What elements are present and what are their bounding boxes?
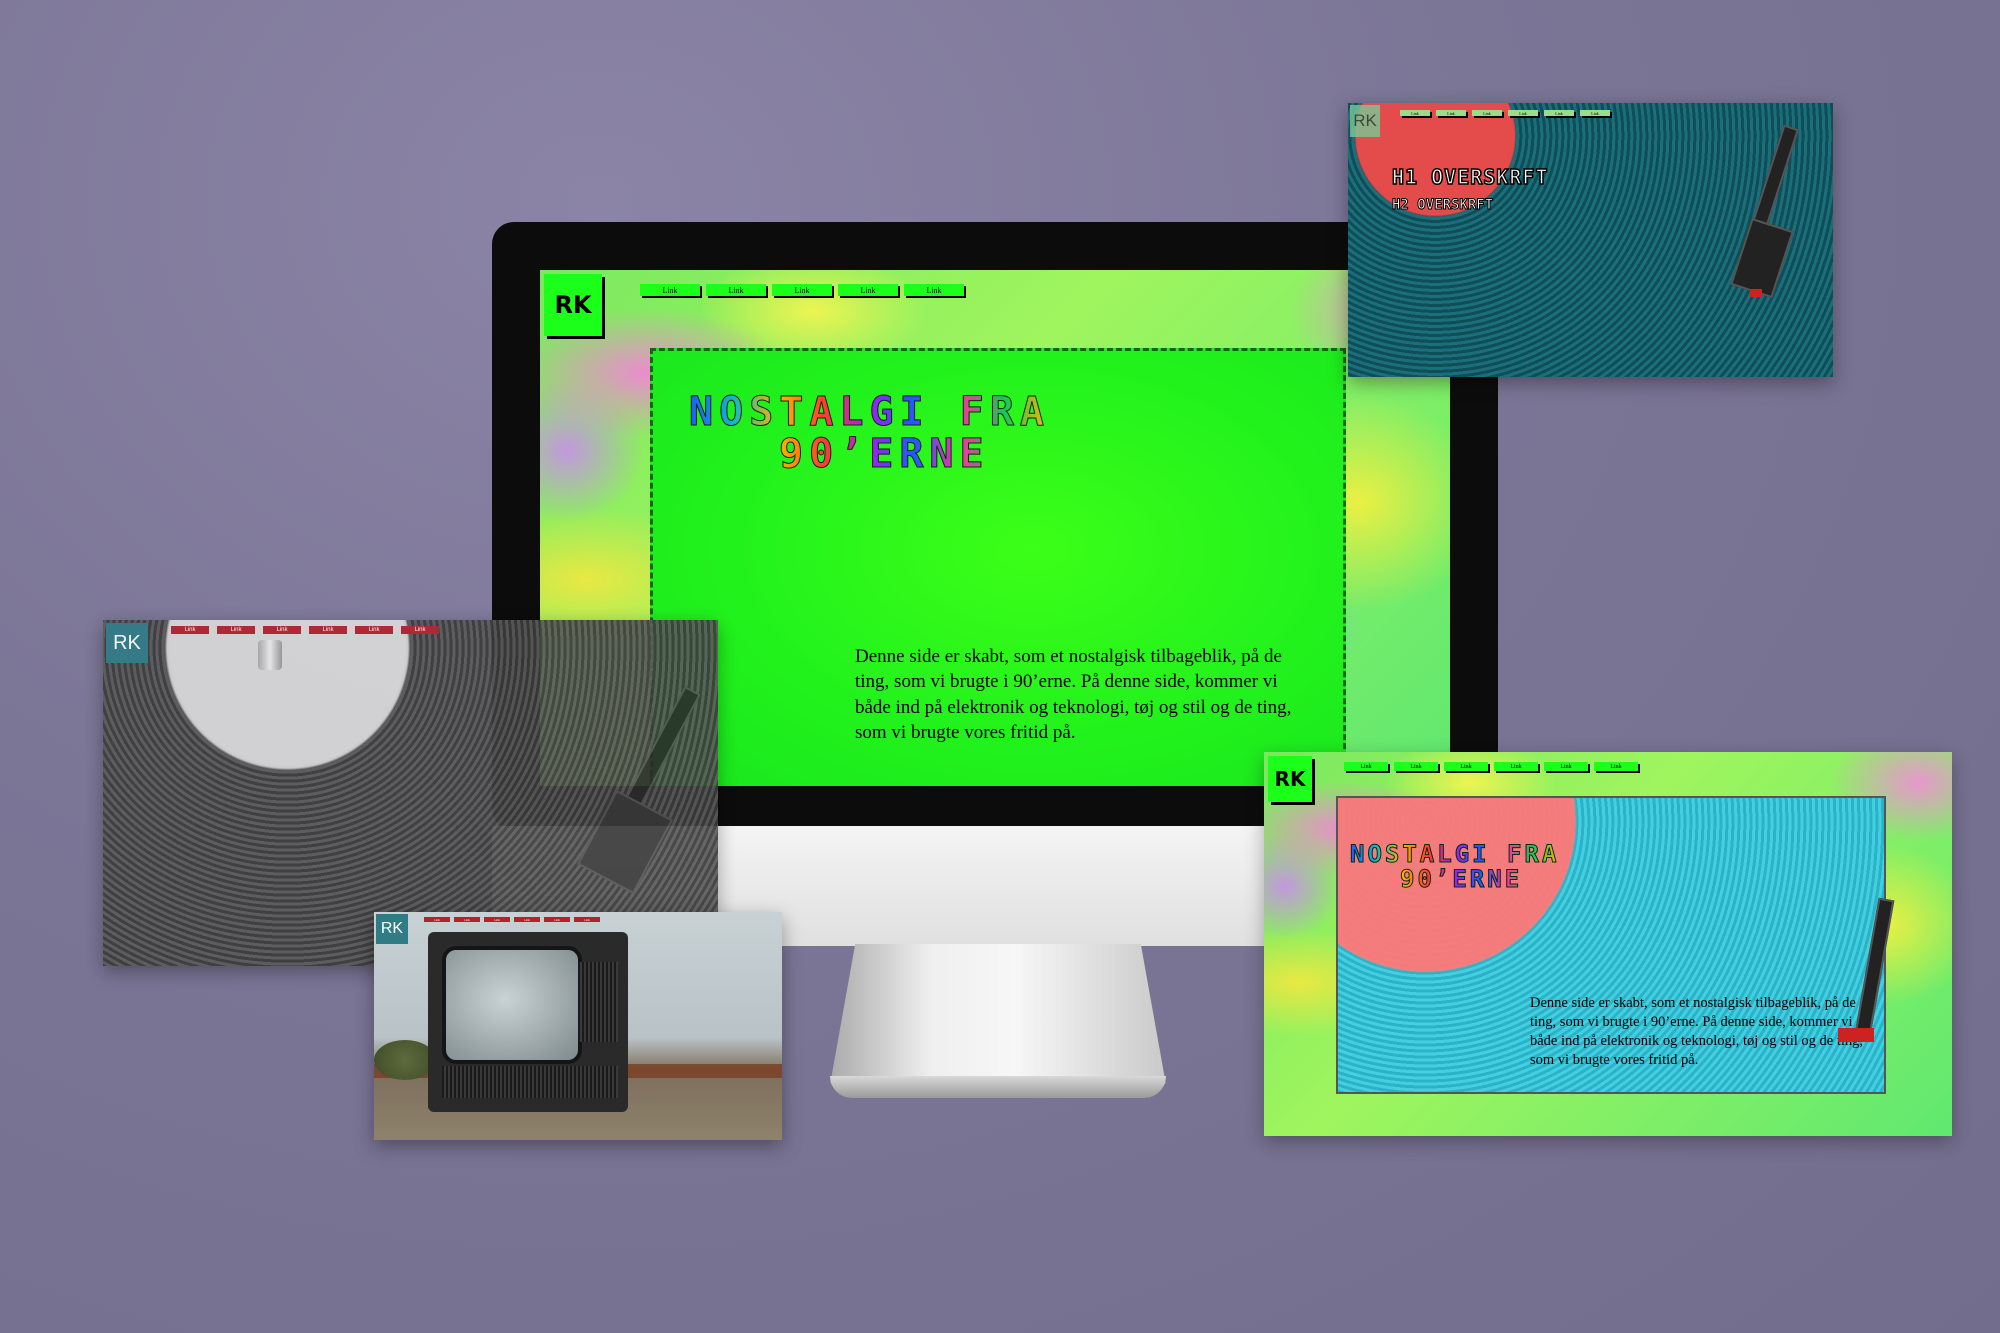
card-nav-link[interactable]: Link	[1344, 762, 1388, 771]
card-nav-link[interactable]: Link	[401, 626, 439, 634]
hero-body-text: Denne side er skabt, som et nostalgisk t…	[855, 646, 1292, 743]
nav-link-5[interactable]: Link	[904, 284, 964, 296]
monitor-stand-foot	[830, 1076, 1166, 1098]
card-nav-link[interactable]: Link	[484, 917, 510, 922]
card-logo[interactable]: RK	[106, 623, 148, 663]
card-nav-link[interactable]: Link	[544, 917, 570, 922]
card-nav-link[interactable]: Link	[1594, 762, 1638, 771]
nav-link-1[interactable]: Link	[640, 284, 700, 296]
card-nav-link[interactable]: Link	[263, 626, 301, 634]
card-nav-link[interactable]: Link	[1436, 110, 1466, 116]
card-h2: H2 OVERSKRFT	[1391, 197, 1494, 214]
monitor-stand	[828, 944, 1168, 1096]
site-logo[interactable]: RK	[544, 274, 602, 336]
card-nav-link[interactable]: Link	[424, 917, 450, 922]
card-h1: H1 OVERSKRFT	[1391, 164, 1549, 190]
card-hero-title-line-1: NOSTALGI FRA	[1349, 840, 1560, 868]
tonearm-head	[577, 789, 673, 895]
card-nav: Link Link Link Link Link Link	[1344, 762, 1638, 771]
stylus	[1750, 289, 1762, 297]
card-nav-link[interactable]: Link	[355, 626, 393, 634]
tv-speaker	[578, 962, 618, 1042]
hero-title: NOSTALGI FRA 90’ERNE	[689, 389, 1050, 477]
card-nav-link[interactable]: Link	[1394, 762, 1438, 771]
card-nav-link[interactable]: Link	[454, 917, 480, 922]
card-nav-link[interactable]: Link	[1494, 762, 1538, 771]
card-logo[interactable]: RK	[1350, 105, 1380, 137]
card-tv: RK Link Link Link Link Link Link	[374, 912, 782, 1140]
card-nav-link[interactable]: Link	[1400, 110, 1430, 116]
tree	[374, 1040, 436, 1080]
card-nav-link[interactable]: Link	[1544, 110, 1574, 116]
card-nav-link[interactable]: Link	[217, 626, 255, 634]
card-nav-link[interactable]: Link	[1580, 110, 1610, 116]
hero-panel: NOSTALGI FRA 90’ERNE Denne side er skabt…	[650, 348, 1346, 786]
nav-link-2[interactable]: Link	[706, 284, 766, 296]
tv-screen	[442, 946, 582, 1064]
card-nav-link[interactable]: Link	[1508, 110, 1538, 116]
card-nav: Link Link Link Link Link Link	[424, 917, 600, 922]
tv-control-panel	[442, 1066, 618, 1098]
card-vinyl-teal: RK Link Link Link Link Link Link H1 OVER…	[1348, 103, 1833, 377]
card-nav: Link Link Link Link Link Link	[1400, 110, 1610, 116]
card-nav-link[interactable]: Link	[574, 917, 600, 922]
card-hero-title: NOSTALGI FRA 90’ERNE	[1349, 840, 1560, 894]
main-nav: Link Link Link Link Link	[640, 284, 964, 296]
card-nav-link[interactable]: Link	[1444, 762, 1488, 771]
card-site-preview: RK Link Link Link Link Link Link NOSTALG…	[1264, 752, 1952, 1136]
record-spindle	[258, 640, 282, 670]
hero-title-line-1: NOSTALGI FRA	[689, 389, 1050, 435]
nav-link-3[interactable]: Link	[772, 284, 832, 296]
card-hero-body-text: Denne side er skabt, som et nostalgisk t…	[1530, 995, 1864, 1068]
card-nav: Link Link Link Link Link Link	[171, 626, 439, 634]
card-nav-link[interactable]: Link	[1472, 110, 1502, 116]
hero-title-line-2: 90’ERNE	[779, 431, 990, 477]
card-nav-link[interactable]: Link	[514, 917, 540, 922]
tv-set	[428, 932, 628, 1112]
card-logo[interactable]: RK	[1268, 756, 1312, 802]
card-nav-link[interactable]: Link	[309, 626, 347, 634]
card-hero-image: NOSTALGI FRA 90’ERNE Denne side er skabt…	[1336, 796, 1895, 1094]
tonearm-head	[1730, 217, 1794, 299]
stylus	[1838, 1028, 1874, 1042]
card-hero-title-line-2: 90’ERNE	[1399, 865, 1523, 894]
card-nav-link[interactable]: Link	[1544, 762, 1588, 771]
card-logo[interactable]: RK	[376, 914, 408, 944]
nav-link-4[interactable]: Link	[838, 284, 898, 296]
card-nav-link[interactable]: Link	[171, 626, 209, 634]
